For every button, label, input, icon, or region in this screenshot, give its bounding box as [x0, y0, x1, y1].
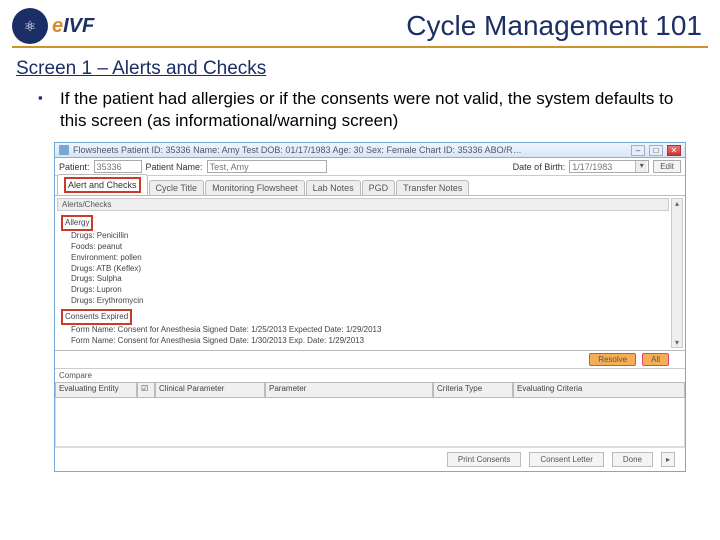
patient-info-row: Patient: 35336 Patient Name: Test, Amy D… — [55, 158, 685, 176]
edit-button[interactable]: Edit — [653, 160, 681, 173]
scroll-down-icon[interactable]: ▾ — [672, 338, 682, 347]
consent-item: Form Name: Consent for Anesthesia Signed… — [61, 325, 681, 336]
close-button[interactable]: ✕ — [667, 145, 681, 156]
patient-id-field[interactable]: 35336 — [94, 160, 142, 173]
tab-strip: Alert and Checks Cycle Title Monitoring … — [55, 176, 685, 196]
alerts-panel-body: Allergy Drugs: Penicillin Foods: peanut … — [57, 211, 685, 348]
grid-body[interactable] — [55, 398, 685, 447]
slide-header: ⚛ eIVF Cycle Management 101 — [0, 0, 720, 46]
allergy-item: Foods: peanut — [61, 242, 681, 253]
window-icon — [59, 145, 69, 155]
col-criteria-type[interactable]: Criteria Type — [433, 382, 513, 398]
scrollbar[interactable]: ▴ ▾ — [671, 198, 683, 348]
logo: ⚛ eIVF — [12, 8, 94, 44]
bullet-point: If the patient had allergies or if the c… — [60, 88, 686, 132]
consent-item: Form Name: Consent for Anesthesia Signed… — [61, 336, 681, 347]
grid-header: Evaluating Entity ☑ Clinical Parameter P… — [55, 382, 685, 398]
logo-text: eIVF — [52, 15, 94, 38]
compare-label: Compare — [55, 369, 685, 382]
all-button[interactable]: All — [642, 353, 669, 366]
allergy-item: Drugs: Lupron — [61, 285, 681, 296]
tab-pgd[interactable]: PGD — [362, 180, 396, 195]
col-clinical-parameter[interactable]: Clinical Parameter — [155, 382, 265, 398]
bottom-button-row: Print Consents Consent Letter Done ▸ — [55, 447, 685, 471]
col-evaluating-entity[interactable]: Evaluating Entity — [55, 382, 137, 398]
window-titlebar: Flowsheets Patient ID: 35336 Name: Amy T… — [55, 143, 685, 158]
allergy-heading: Allergy — [61, 215, 93, 231]
col-evaluating-criteria[interactable]: Evaluating Criteria — [513, 382, 685, 398]
col-checkbox[interactable]: ☑ — [137, 382, 155, 398]
allergy-item: Drugs: Erythromycin — [61, 296, 681, 307]
consent-letter-button[interactable]: Consent Letter — [529, 452, 603, 467]
tab-lab-notes[interactable]: Lab Notes — [306, 180, 361, 195]
allergy-item: Environment: pollen — [61, 253, 681, 264]
dob-field[interactable]: 1/17/1983 — [569, 160, 649, 173]
embedded-screenshot: Flowsheets Patient ID: 35336 Name: Amy T… — [54, 142, 686, 472]
dob-label: Date of Birth: — [513, 162, 566, 172]
minimize-button[interactable]: – — [631, 145, 645, 156]
patient-name-field[interactable]: Test, Amy — [207, 160, 327, 173]
window-title: Flowsheets Patient ID: 35336 Name: Amy T… — [73, 145, 627, 155]
slide-title: Cycle Management 101 — [406, 10, 702, 42]
tab-cycle-title[interactable]: Cycle Title — [149, 180, 205, 195]
maximize-button[interactable]: □ — [649, 145, 663, 156]
action-button-row: Resolve All — [55, 351, 685, 369]
next-arrow-button[interactable]: ▸ — [661, 452, 675, 467]
tab-monitoring[interactable]: Monitoring Flowsheet — [205, 180, 305, 195]
logo-atom-icon: ⚛ — [12, 8, 48, 44]
section-subhead: Screen 1 – Alerts and Checks — [16, 58, 704, 80]
tab-alerts[interactable]: Alert and Checks — [57, 174, 148, 195]
scroll-up-icon[interactable]: ▴ — [672, 199, 682, 208]
allergy-item: Drugs: Sulpha — [61, 274, 681, 285]
header-rule — [12, 46, 708, 48]
alerts-panel: Alerts/Checks Allergy Drugs: Penicillin … — [55, 196, 685, 351]
allergy-item: Drugs: ATB (Keflex) — [61, 264, 681, 275]
patient-name-label: Patient Name: — [146, 162, 203, 172]
allergy-item: Drugs: Penicillin — [61, 231, 681, 242]
done-button[interactable]: Done — [612, 452, 653, 467]
patient-id-label: Patient: — [59, 162, 90, 172]
col-parameter[interactable]: Parameter — [265, 382, 433, 398]
tab-transfer[interactable]: Transfer Notes — [396, 180, 469, 195]
print-consents-button[interactable]: Print Consents — [447, 452, 521, 467]
alerts-panel-head: Alerts/Checks — [57, 198, 669, 211]
resolve-button[interactable]: Resolve — [589, 353, 636, 366]
consents-heading: Consents Expired — [61, 309, 132, 325]
